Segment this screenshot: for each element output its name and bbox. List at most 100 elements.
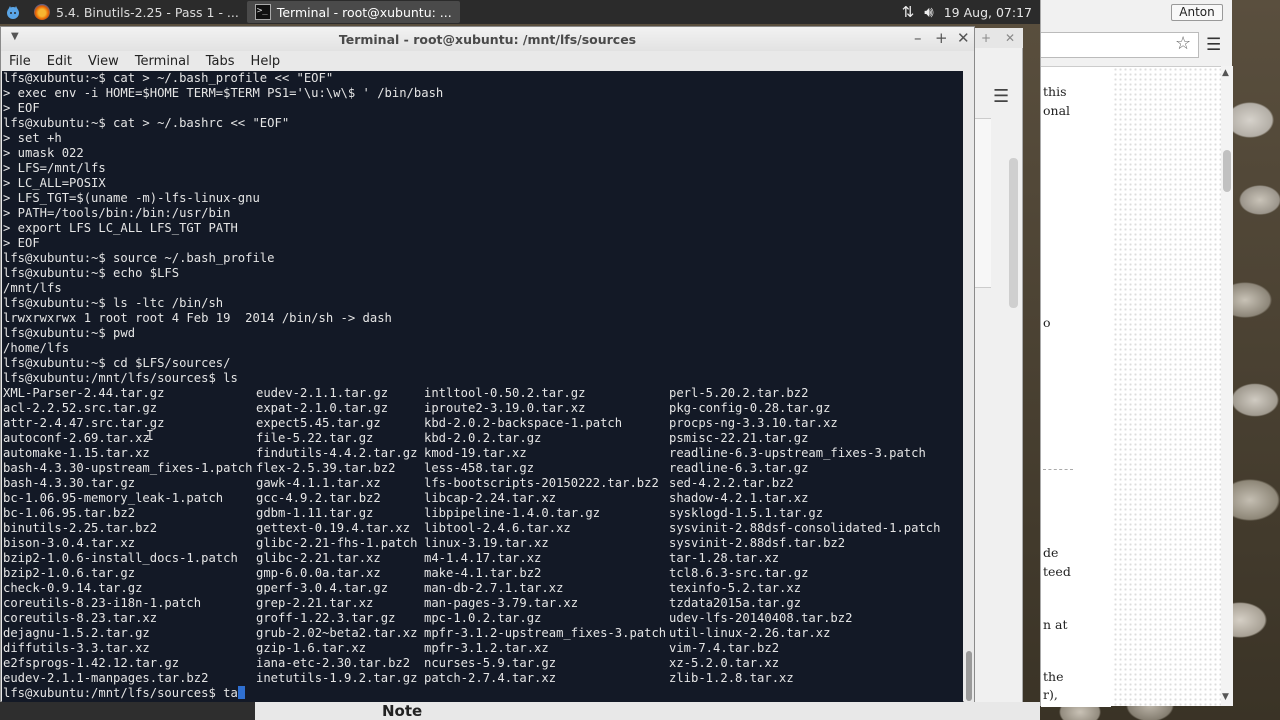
- terminal-window: ▼ Terminal - root@xubuntu: /mnt/lfs/sour…: [0, 26, 975, 702]
- scroll-down-icon[interactable]: ▼: [1222, 692, 1229, 702]
- file-entry: tar-1.28.tar.xz: [669, 551, 780, 565]
- background-scrollbar-thumb[interactable]: [1009, 158, 1018, 308]
- maximize-icon[interactable]: +: [981, 31, 991, 45]
- page-text-fragment: o: [1043, 315, 1051, 330]
- hamburger-menu-icon[interactable]: ☰: [993, 86, 1009, 107]
- file-entry: gzip-1.6.tar.xz: [256, 641, 367, 655]
- file-entry: less-458.tar.gz: [424, 461, 535, 475]
- file-entry: libcap-2.24.tar.xz: [424, 491, 557, 505]
- terminal-icon: >_: [254, 4, 271, 20]
- terminal-line: lrwxrwxrwx 1 root root 4 Feb 19 2014 /bi…: [3, 311, 392, 325]
- file-entry: expect5.45.tar.gz: [256, 416, 381, 430]
- file-entry: expat-2.1.0.tar.gz: [256, 401, 389, 415]
- file-entry: inetutils-1.9.2.tar.gz: [256, 671, 418, 685]
- whisker-menu-button[interactable]: [0, 0, 26, 24]
- terminal-line: lfs@xubuntu:~$ cat > ~/.bashrc << "EOF": [3, 116, 290, 130]
- file-entry: mpc-1.0.2.tar.gz: [424, 611, 542, 625]
- top-panel: 5.4. Binutils-2.25 - Pass 1 - ... >_ Ter…: [0, 0, 1040, 24]
- user-profile-button[interactable]: Anton: [1171, 4, 1223, 21]
- ls-column: intltool-0.50.2.tar.gz iproute2-3.19.0.ta…: [424, 386, 666, 686]
- file-entry: coreutils-8.23.tar.xz: [3, 611, 158, 625]
- page-margin-pattern: [1113, 67, 1221, 707]
- file-entry: patch-2.7.4.tar.xz: [424, 671, 557, 685]
- terminal-line: > EOF: [3, 236, 40, 250]
- xubuntu-logo-icon: [7, 6, 19, 19]
- notes-heading: Note: [382, 702, 423, 720]
- file-entry: gperf-3.0.4.tar.gz: [256, 581, 389, 595]
- file-entry: lfs-bootscripts-20150222.tar.bz2: [424, 476, 659, 490]
- file-entry: udev-lfs-20140408.tar.bz2: [669, 611, 853, 625]
- background-dark-area: [0, 702, 255, 720]
- scroll-up-icon[interactable]: ▲: [1222, 68, 1229, 78]
- file-entry: groff-1.22.3.tar.gz: [256, 611, 396, 625]
- file-entry: libtool-2.4.6.tar.xz: [424, 521, 571, 535]
- file-entry: gawk-4.1.1.tar.xz: [256, 476, 381, 490]
- terminal-titlebar[interactable]: ▼ Terminal - root@xubuntu: /mnt/lfs/sour…: [1, 27, 974, 51]
- close-icon[interactable]: ✕: [1005, 31, 1015, 45]
- browser-scrollbar-thumb[interactable]: [1223, 150, 1231, 192]
- file-entry: sysvinit-2.88dsf.tar.bz2: [669, 536, 846, 550]
- file-entry: gettext-0.19.4.tar.xz: [256, 521, 411, 535]
- terminal-line: lfs@xubuntu:~$ echo $LFS: [3, 266, 180, 280]
- bookmark-star-icon[interactable]: ☆: [1175, 33, 1191, 54]
- menu-file[interactable]: File: [1, 54, 39, 69]
- system-tray: ⇅ 🔊︎ 19 Aug, 07:17: [902, 3, 1040, 21]
- terminal-line: /home/lfs: [3, 341, 70, 355]
- terminal-line: lfs@xubuntu:~$ pwd: [3, 326, 136, 340]
- file-entry: gcc-4.9.2.tar.bz2: [256, 491, 381, 505]
- ls-column: eudev-2.1.1.tar.gz expat-2.1.0.tar.gz expe…: [256, 386, 417, 686]
- file-entry: grub-2.02~beta2.tar.xz: [256, 626, 418, 640]
- menu-terminal[interactable]: Terminal: [127, 54, 198, 69]
- maximize-icon[interactable]: +: [935, 29, 948, 47]
- terminal-line: > EOF: [3, 101, 40, 115]
- page-text-fragment: de: [1043, 545, 1059, 560]
- file-entry: bash-4.3.30.tar.gz: [3, 476, 136, 490]
- file-entry: shadow-4.2.1.tar.xz: [669, 491, 809, 505]
- file-entry: man-db-2.7.1.tar.xz: [424, 581, 564, 595]
- file-entry: bzip2-1.0.6.tar.gz: [3, 566, 136, 580]
- file-entry: procps-ng-3.3.10.tar.xz: [669, 416, 838, 430]
- minimize-icon[interactable]: –: [914, 29, 922, 47]
- file-entry: eudev-2.1.1.tar.gz: [256, 386, 389, 400]
- file-entry: vim-7.4.tar.bz2: [669, 641, 780, 655]
- taskbar-firefox[interactable]: 5.4. Binutils-2.25 - Pass 1 - ...: [26, 1, 247, 23]
- terminal-output: lfs@xubuntu:~$ cat > ~/.bash_profile << …: [3, 71, 963, 386]
- terminal-prompt-line[interactable]: lfs@xubuntu:/mnt/lfs/sources$ ta: [3, 686, 245, 701]
- terminal-scrollbar[interactable]: [964, 71, 974, 702]
- terminal-scrollbar-thumb[interactable]: [966, 651, 972, 701]
- terminal-line: > set +h: [3, 131, 62, 145]
- browser-menu-icon[interactable]: ☰: [1206, 35, 1221, 55]
- file-entry: readline-6.3-upstream_fixes-3.patch: [669, 446, 926, 460]
- terminal-screen[interactable]: lfs@xubuntu:~$ cat > ~/.bash_profile << …: [2, 71, 963, 702]
- menu-edit[interactable]: Edit: [39, 54, 80, 69]
- file-entry: intltool-0.50.2.tar.gz: [424, 386, 586, 400]
- file-entry: sed-4.2.2.tar.bz2: [669, 476, 794, 490]
- terminal-line: lfs@xubuntu:/mnt/lfs/sources$ ls: [3, 371, 238, 385]
- background-window-bottom: Note: [0, 702, 1040, 720]
- file-entry: kbd-2.0.2.tar.gz: [424, 431, 542, 445]
- file-entry: gdbm-1.11.tar.gz: [256, 506, 374, 520]
- clock[interactable]: 19 Aug, 07:17: [944, 5, 1032, 20]
- menu-view[interactable]: View: [80, 54, 127, 69]
- terminal-line: > LC_ALL=POSIX: [3, 176, 106, 190]
- page-divider: [1043, 469, 1073, 470]
- file-entry: sysvinit-2.88dsf-consolidated-1.patch: [669, 521, 941, 535]
- file-entry: bash-4.3.30-upstream_fixes-1.patch: [3, 461, 253, 475]
- background-window: + ✕ ☰: [975, 28, 1023, 720]
- file-entry: mpfr-3.1.2.tar.xz: [424, 641, 549, 655]
- file-entry: bc-1.06.95-memory_leak-1.patch: [3, 491, 224, 505]
- file-entry: linux-3.19.tar.xz: [424, 536, 549, 550]
- command-input[interactable]: ta: [223, 686, 238, 700]
- file-entry: file-5.22.tar.gz: [256, 431, 374, 445]
- file-entry: libpipeline-1.4.0.tar.gz: [424, 506, 601, 520]
- menu-tabs[interactable]: Tabs: [198, 54, 243, 69]
- network-icon[interactable]: ⇅: [902, 3, 915, 21]
- taskbar-terminal[interactable]: >_ Terminal - root@xubuntu: ...: [246, 1, 460, 23]
- close-icon[interactable]: ✕: [957, 29, 970, 47]
- file-entry: m4-1.4.17.tar.xz: [424, 551, 542, 565]
- menu-help[interactable]: Help: [243, 54, 289, 69]
- file-entry: grep-2.21.tar.xz: [256, 596, 374, 610]
- file-entry: XML-Parser-2.44.tar.gz: [3, 386, 165, 400]
- page-text-column: [1041, 67, 1111, 707]
- volume-icon[interactable]: 🔊︎: [924, 3, 933, 21]
